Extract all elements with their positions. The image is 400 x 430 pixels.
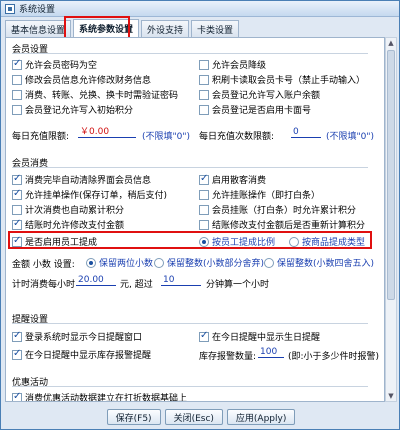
- daily-limit-hint: (不限填"0"): [142, 132, 191, 142]
- option-promotion-on-discount[interactable]: 消费优惠活动数据建立在打折数据基础上: [12, 391, 187, 401]
- tab-system-params[interactable]: 系统参数设置: [73, 19, 140, 37]
- option-recalc-points[interactable]: 结账修改支付金额后是否重新计算积分: [199, 218, 365, 231]
- scroll-up-icon[interactable]: ▲: [386, 38, 396, 48]
- checkbox[interactable]: [12, 188, 22, 200]
- option-credit-points[interactable]: 会员挂账（打白条）时允许累计积分: [199, 203, 356, 216]
- stock-alarm-input[interactable]: 100: [258, 347, 284, 358]
- option-card-read-only[interactable]: 积刷卡读取会员卡号（禁止手动输入）: [199, 73, 365, 86]
- button-bar: 保存(F5) 关闭(Esc) 应用(Apply): [1, 409, 400, 425]
- checkbox[interactable]: [199, 59, 209, 70]
- timing-price-input[interactable]: 20.00: [76, 275, 116, 286]
- option-staff-commission[interactable]: 是否启用员工提成: [12, 235, 97, 248]
- daily-limit-input[interactable]: ￥0.00: [78, 127, 136, 138]
- checkbox[interactable]: [12, 204, 22, 215]
- scroll-thumb[interactable]: [387, 50, 395, 300]
- checkbox[interactable]: [199, 89, 209, 100]
- option-birthday-reminder[interactable]: 在今日提醒中显示生日提醒: [199, 330, 320, 343]
- daily-count-label: 每日充值次数限额:: [199, 132, 275, 142]
- tab-card-types[interactable]: 卡类设置: [191, 20, 240, 37]
- option-register-initial-points[interactable]: 会员登记允许写入初始积分: [12, 103, 133, 116]
- checkbox[interactable]: [12, 74, 22, 85]
- checkbox[interactable]: [12, 218, 22, 230]
- option-show-today-reminder[interactable]: 登录系统时显示今日提醒窗口: [12, 330, 142, 343]
- option-walk-in-customers[interactable]: 启用散客消费: [199, 173, 266, 186]
- checkbox[interactable]: [12, 104, 22, 115]
- radio-integer-round[interactable]: 保留整数(小数四舍五入): [264, 256, 374, 269]
- close-button[interactable]: 关闭(Esc): [164, 409, 223, 425]
- scroll-down-icon[interactable]: ▼: [386, 391, 396, 401]
- timing-mid-label: 元, 超过: [120, 280, 153, 290]
- radio-button[interactable]: [86, 257, 96, 268]
- settings-panel: 会员设置 允许会员密码为空 允许会员降级 修改会员信息允许修改财务信息 积刷卡读…: [5, 37, 385, 402]
- daily-count-input[interactable]: 0: [291, 127, 321, 138]
- tab-basic-info[interactable]: 基本信息设置: [5, 20, 72, 37]
- option-edit-financial-info[interactable]: 修改会员信息允许修改财务信息: [12, 73, 151, 86]
- daily-limit-label: 每日充值限额:: [12, 132, 70, 142]
- timing-minutes-input[interactable]: 10: [161, 275, 201, 286]
- timing-suffix-label: 分钟算一个小时: [206, 280, 270, 290]
- window-title: 系统设置: [19, 5, 56, 15]
- option-allow-member-downgrade[interactable]: 允许会员降级: [199, 58, 266, 71]
- option-auto-clear-member[interactable]: 消费完毕自动清除界面会员信息: [12, 173, 151, 186]
- radio-button[interactable]: [289, 236, 299, 247]
- option-allow-empty-password[interactable]: 允许会员密码为空: [12, 58, 97, 71]
- checkbox[interactable]: [12, 330, 22, 342]
- tab-peripherals[interactable]: 外设支持: [141, 20, 190, 37]
- checkbox[interactable]: [12, 348, 22, 360]
- section-divider: [12, 323, 368, 324]
- tab-bar: 基本信息设置 系统参数设置 外设支持 卡类设置: [5, 19, 241, 37]
- vertical-scrollbar[interactable]: ▲ ▼: [385, 37, 397, 402]
- radio-button[interactable]: [199, 236, 209, 247]
- checkbox[interactable]: [199, 74, 209, 85]
- section-divider: [12, 386, 368, 387]
- radio-two-decimals[interactable]: 保留两位小数: [86, 256, 153, 269]
- option-register-balance[interactable]: 会员登记允许写入账户余额: [199, 88, 320, 101]
- settings-window: 系统设置 基本信息设置 系统参数设置 外设支持 卡类设置 会员设置 允许会员密码…: [0, 0, 400, 430]
- option-verify-password[interactable]: 消费、转账、兑换、换卡时需验证密码: [12, 88, 178, 101]
- radio-button[interactable]: [154, 257, 164, 268]
- checkbox[interactable]: [199, 173, 209, 185]
- section-divider: [12, 167, 368, 168]
- radio-button[interactable]: [264, 257, 274, 268]
- checkbox[interactable]: [199, 219, 209, 230]
- checkbox[interactable]: [199, 189, 209, 200]
- option-allow-hold-order[interactable]: 允许挂单操作(保存订单，稍后支付): [12, 188, 167, 201]
- radio-commission-by-staff[interactable]: 按员工提成比例: [199, 235, 275, 248]
- app-icon: [5, 3, 15, 14]
- option-allow-credit[interactable]: 允许挂账操作（即打白条）: [199, 188, 320, 201]
- save-button[interactable]: 保存(F5): [106, 409, 161, 425]
- option-count-consumption-points[interactable]: 计次消费也自动累计积分: [12, 203, 124, 216]
- checkbox[interactable]: [12, 391, 22, 401]
- checkbox[interactable]: [12, 58, 22, 70]
- amount-decimal-label: 金额 小数 设置:: [12, 260, 75, 270]
- checkbox[interactable]: [199, 330, 209, 342]
- timing-prefix-label: 计时消费每小时: [12, 280, 76, 290]
- option-edit-payment-amount[interactable]: 结账时允许修改支付金额: [12, 218, 124, 231]
- checkbox[interactable]: [12, 235, 22, 247]
- checkbox[interactable]: [12, 173, 22, 185]
- radio-commission-by-product[interactable]: 按商品提成类型: [289, 235, 365, 248]
- stock-alarm-label: 库存报警数量:: [199, 352, 257, 362]
- section-divider: [12, 53, 368, 54]
- title-bar: 系统设置: [1, 1, 399, 17]
- checkbox[interactable]: [12, 89, 22, 100]
- checkbox[interactable]: [199, 104, 209, 115]
- checkbox[interactable]: [199, 204, 209, 215]
- option-register-card-face[interactable]: 会员登记是否启用卡面号: [199, 103, 311, 116]
- option-stock-alarm-reminder[interactable]: 在今日提醒中显示库存报警提醒: [12, 348, 151, 361]
- stock-alarm-hint: (即:小于多少件时报警): [288, 352, 380, 362]
- apply-button[interactable]: 应用(Apply): [226, 409, 296, 425]
- daily-count-hint: (不限填"0"): [326, 132, 375, 142]
- radio-integer-truncate[interactable]: 保留整数(小数部分舍弃): [154, 256, 264, 269]
